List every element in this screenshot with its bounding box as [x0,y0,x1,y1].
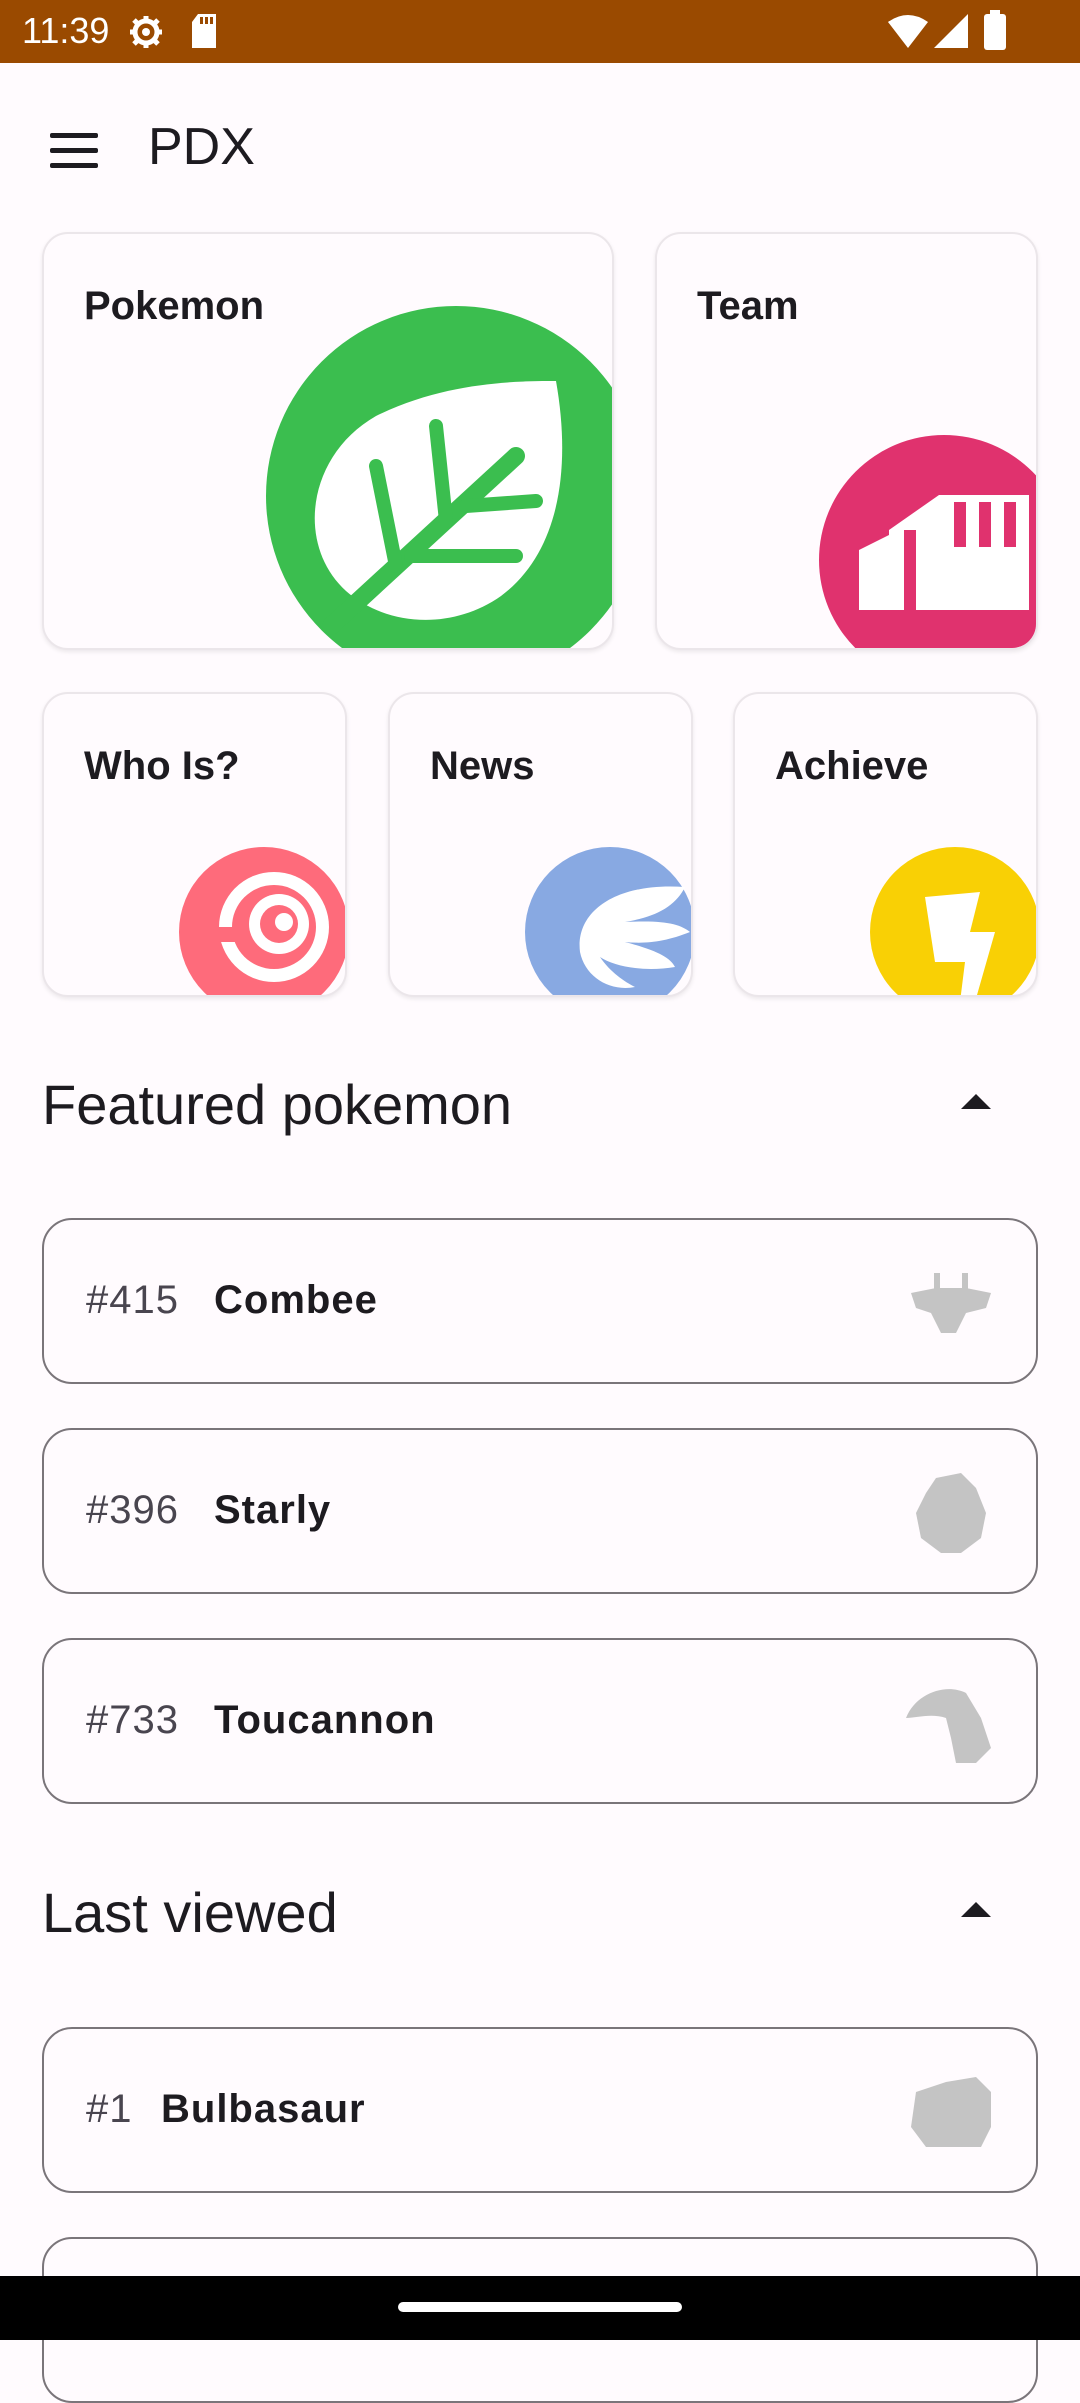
combee-silhouette-icon [911,1273,991,1333]
tile-label: Team [697,284,799,328]
battery-icon [984,10,1006,50]
pokemon-name: Toucannon [214,1698,436,1742]
starly-silhouette-icon [916,1473,986,1553]
tile-label: Achieve [775,744,929,788]
pokemon-number: #415 [86,1278,179,1322]
signal-icon [934,14,968,48]
leaf-icon [266,306,612,648]
last-viewed-section-title: Last viewed [42,1881,338,1944]
featured-item[interactable]: #415 Combee [42,1218,1038,1384]
spiral-icon [179,847,345,995]
status-bar: 11:39 [0,0,1080,63]
toucannon-silhouette-icon [906,1689,991,1763]
lightning-icon [870,847,1036,995]
featured-section-title: Featured pokemon [42,1073,513,1136]
tile-label: Pokemon [84,284,265,328]
tile-team[interactable]: Team [655,232,1038,650]
bulbasaur-silhouette-icon [911,2077,991,2147]
collapse-last-viewed-icon[interactable] [961,1902,991,1917]
tile-label: News [430,744,535,788]
home-gesture-handle[interactable] [398,2302,682,2312]
tile-label: Who Is? [84,744,240,788]
tile-achieve[interactable]: Achieve [733,692,1038,997]
featured-item[interactable]: #396 Starly [42,1428,1038,1594]
wing-icon [525,847,691,995]
menu-icon[interactable] [40,123,108,179]
collapse-featured-icon[interactable] [961,1094,991,1109]
settings-icon [130,16,162,48]
pokemon-name: Starly [214,1488,332,1532]
tile-pokemon[interactable]: Pokemon [42,232,614,650]
status-time: 11:39 [22,10,110,51]
pokemon-name: Bulbasaur [161,2087,366,2131]
last-viewed-item[interactable]: #1 Bulbasaur [42,2027,1038,2193]
tile-news[interactable]: News [388,692,693,997]
pokemon-number: #396 [86,1488,179,1532]
fist-icon [819,435,1036,648]
tile-who-is[interactable]: Who Is? [42,692,347,997]
featured-item[interactable]: #733 Toucannon [42,1638,1038,1804]
pokemon-name: Combee [214,1278,378,1322]
navigation-bar [0,2276,1080,2340]
app-title: PDX [148,118,255,176]
sd-card-icon [192,14,216,48]
app-bar: PDX [0,63,1080,233]
wifi-icon [888,15,928,48]
pokemon-number: #733 [86,1698,179,1742]
pokemon-number: #1 [86,2087,133,2131]
